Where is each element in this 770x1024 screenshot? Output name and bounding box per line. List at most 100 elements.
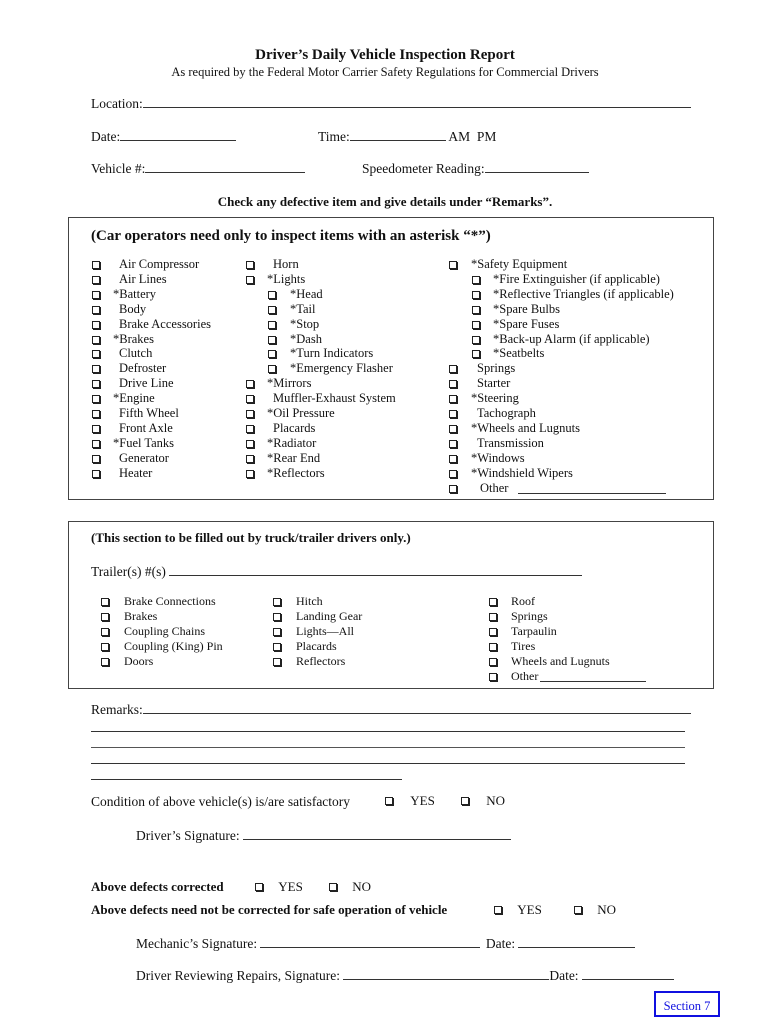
am-pm-label[interactable]: AM PM (448, 129, 496, 144)
condition-yes-option[interactable]: YES (385, 793, 435, 809)
mechanic-signature-field: Mechanic’s Signature: Date: (136, 935, 636, 952)
checkbox-icon[interactable] (92, 395, 100, 404)
checkbox-icon[interactable] (246, 261, 254, 269)
checkbox-icon[interactable] (449, 424, 457, 433)
checkbox-icon[interactable] (449, 484, 457, 493)
checkbox-icon[interactable] (92, 410, 100, 418)
checkbox-icon[interactable] (273, 627, 281, 636)
checkbox-icon[interactable] (92, 424, 100, 433)
checkbox-icon[interactable] (246, 439, 254, 448)
checkbox-icon[interactable] (268, 350, 276, 359)
checkbox-icon[interactable] (268, 320, 276, 329)
checkbox-icon[interactable] (273, 657, 281, 666)
remarks-input-line-2[interactable] (91, 731, 685, 732)
checkbox-icon[interactable] (246, 469, 254, 478)
defects-not-needed-no-option[interactable]: NO (574, 902, 616, 918)
checkbox-icon[interactable] (472, 350, 480, 359)
checkbox-icon[interactable] (101, 657, 109, 666)
checkbox-icon[interactable] (268, 305, 276, 314)
checkbox-icon[interactable] (449, 395, 457, 404)
checkbox-icon[interactable] (472, 305, 480, 314)
defects-corrected-yes-option[interactable]: YES (255, 879, 303, 895)
checkbox-icon[interactable] (101, 627, 109, 636)
driver-signature-input[interactable] (242, 827, 511, 840)
checkbox-icon[interactable] (92, 320, 100, 329)
checkbox-icon[interactable] (449, 439, 457, 448)
remarks-input-line-5[interactable] (91, 779, 402, 780)
checkbox-icon[interactable] (92, 261, 100, 269)
checkbox-icon[interactable] (449, 454, 457, 463)
checkbox-icon[interactable] (92, 290, 100, 299)
checkbox-icon[interactable] (489, 598, 497, 606)
checkbox-icon[interactable] (92, 335, 100, 344)
checkbox-icon[interactable] (255, 883, 263, 892)
checkbox-icon[interactable] (92, 439, 100, 448)
checkbox-icon[interactable] (268, 335, 276, 344)
checkbox-icon[interactable] (494, 906, 502, 915)
checkbox-icon[interactable] (472, 275, 480, 284)
checkbox-icon[interactable] (268, 365, 276, 374)
checkbox-icon[interactable] (246, 424, 254, 433)
driver-review-date-input[interactable] (581, 967, 674, 980)
checkbox-icon[interactable] (385, 797, 393, 806)
checkbox-icon[interactable] (246, 395, 254, 404)
checkbox-icon[interactable] (489, 642, 497, 651)
defects-corrected-no-label: NO (352, 879, 372, 894)
car-item-label: Drive Line (119, 376, 174, 391)
checkbox-icon[interactable] (472, 335, 480, 344)
checkbox-icon[interactable] (268, 290, 276, 299)
checkbox-icon[interactable] (92, 380, 100, 389)
car-item-label: *Safety Equipment (471, 257, 568, 271)
checkbox-icon[interactable] (449, 469, 457, 478)
checkbox-icon[interactable] (246, 380, 254, 389)
checkbox-icon[interactable] (101, 642, 109, 651)
remarks-input-line-1[interactable] (142, 701, 691, 714)
checkbox-icon[interactable] (92, 454, 100, 463)
trailer-other-input[interactable] (540, 669, 646, 682)
checkbox-icon[interactable] (449, 261, 457, 269)
speedometer-input[interactable] (484, 160, 589, 173)
checkbox-icon[interactable] (92, 305, 100, 314)
defects-corrected-no-option[interactable]: NO (329, 879, 371, 895)
checkbox-icon[interactable] (273, 598, 281, 606)
checkbox-icon[interactable] (329, 883, 337, 892)
checkbox-icon[interactable] (489, 657, 497, 666)
checkbox-icon[interactable] (449, 380, 457, 389)
checkbox-icon[interactable] (246, 410, 254, 418)
checkbox-icon[interactable] (489, 612, 497, 621)
checkbox-icon[interactable] (574, 906, 582, 915)
checkbox-icon[interactable] (92, 469, 100, 478)
checkbox-icon[interactable] (246, 454, 254, 463)
checkbox-icon[interactable] (449, 365, 457, 374)
checkbox-icon[interactable] (273, 642, 281, 651)
date-input[interactable] (120, 128, 237, 141)
driver-review-signature-input[interactable] (343, 967, 550, 980)
mechanic-signature-input[interactable] (260, 935, 481, 948)
defects-corrected-yes-label: YES (278, 879, 303, 894)
checkbox-icon[interactable] (92, 350, 100, 359)
checkbox-icon[interactable] (449, 410, 457, 418)
time-input[interactable] (349, 128, 446, 141)
checkbox-icon[interactable] (92, 275, 100, 284)
checkbox-icon[interactable] (101, 598, 109, 606)
trailer-item-label: Other (511, 668, 539, 683)
checkbox-icon[interactable] (92, 365, 100, 374)
defects-not-needed-yes-option[interactable]: YES (494, 902, 542, 918)
trailer-number-input[interactable] (169, 563, 583, 576)
mechanic-date-input[interactable] (518, 935, 636, 948)
checkbox-icon[interactable] (461, 797, 469, 806)
checkbox-icon[interactable] (101, 612, 109, 621)
other-input[interactable] (518, 481, 666, 494)
vehicle-input[interactable] (145, 160, 306, 173)
checkbox-icon[interactable] (246, 275, 254, 284)
car-item-label: *Battery (113, 286, 157, 301)
checkbox-icon[interactable] (472, 320, 480, 329)
checkbox-icon[interactable] (472, 290, 480, 299)
checkbox-icon[interactable] (489, 627, 497, 636)
checkbox-icon[interactable] (273, 612, 281, 621)
location-input[interactable] (142, 95, 691, 108)
checkbox-icon[interactable] (489, 672, 497, 681)
condition-no-option[interactable]: NO (461, 793, 505, 809)
remarks-input-line-4[interactable] (91, 763, 685, 764)
remarks-input-line-3[interactable] (91, 747, 685, 748)
